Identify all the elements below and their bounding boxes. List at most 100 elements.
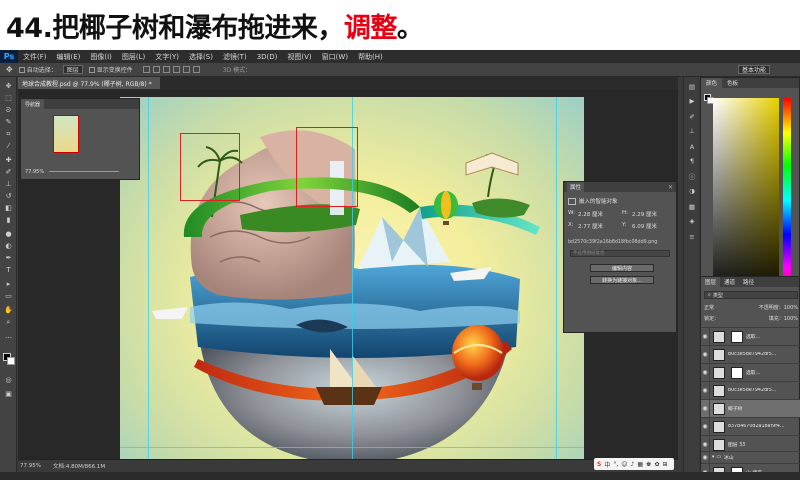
path-select-icon[interactable]: ▸ [4,281,13,288]
height-value[interactable]: 2.29 厘米 [632,210,657,218]
eye-icon[interactable]: ◉ [701,418,710,435]
more-tools-icon[interactable]: … [4,333,13,340]
skin-icon[interactable]: ♚ [646,461,651,468]
x-value[interactable]: 2.77 厘米 [578,222,603,230]
navigator-zoom-slider[interactable] [49,171,119,172]
3d-panel-icon[interactable]: ◈ [687,217,697,225]
timeline-panel-icon[interactable]: ≡ [687,233,697,241]
gradient-tool-icon[interactable]: ▮ [4,217,13,224]
menu-edit[interactable]: 编辑(E) [52,52,86,62]
status-zoom[interactable]: 77.95% [20,463,41,469]
menu-help[interactable]: 帮助(H) [353,52,388,62]
layer-filter-select[interactable]: ⌕ 类型 [704,291,798,299]
layer-row[interactable]: ◉ 837b4670d2a18af9f4... [701,417,800,435]
menu-window[interactable]: 窗口(W) [317,52,353,62]
edit-contents-button[interactable]: 编辑内容 [590,264,654,272]
lasso-tool-icon[interactable]: ᘐ [4,107,13,114]
layer-group-row[interactable]: ◉ ▾ ▭ 冰山 [701,451,800,463]
eye-icon[interactable]: ◉ [701,452,710,463]
grid-icon[interactable]: ⊞ [662,461,667,468]
menu-view[interactable]: 视图(V) [282,52,316,62]
paragraph-panel-icon[interactable]: ¶ [687,157,697,165]
emoji-icon[interactable]: ☺ [621,461,627,468]
shape-tool-icon[interactable]: ▭ [4,293,13,300]
align-left-icon[interactable] [172,66,180,73]
palm-tree-selection-box[interactable] [180,133,240,201]
document-tab[interactable]: 地球合成教程.psd @ 77.9% (椰子树, RGB/8) * [18,77,160,89]
tab-channels[interactable]: 通道 [720,277,739,287]
close-icon[interactable]: ✕ [668,184,673,191]
history-panel-icon[interactable]: ▤ [687,83,697,91]
layer-row-selected[interactable]: ◉ 椰子树 [701,399,800,417]
menu-file[interactable]: 文件(F) [18,52,52,62]
status-doc-size[interactable]: 文档:4.80M/866.1M [53,462,105,470]
tab-swatches[interactable]: 色板 [722,78,743,88]
tools-icon[interactable]: ✿ [654,461,659,468]
quick-mask-icon[interactable]: ◎ [4,377,13,384]
pen-tool-icon[interactable]: ✒ [4,255,13,262]
align-bottom-icon[interactable] [162,66,170,73]
blend-mode-select[interactable]: 正常 [704,304,714,311]
navigator-tab[interactable]: 导航器 [21,99,45,109]
screen-mode-icon[interactable]: ▣ [4,391,13,398]
align-right-icon[interactable] [192,66,200,73]
ime-lang[interactable]: 中 [604,460,610,469]
move-tool-icon[interactable]: ✥ [6,65,13,74]
eyedropper-tool-icon[interactable]: ⁄ [4,143,13,150]
layer-row[interactable]: ◉ 选取... [701,327,800,345]
menu-select[interactable]: 选择(S) [184,52,218,62]
sogou-logo[interactable]: S [597,461,601,468]
info-panel-icon[interactable]: ⓘ [687,173,697,181]
dodge-tool-icon[interactable]: ◐ [4,243,13,250]
convert-to-linked-button[interactable]: 转换为链接对象... [590,276,654,284]
zoom-tool-icon[interactable]: ⌕ [4,319,13,326]
navigator-zoom[interactable]: 77.95% [25,169,44,175]
align-top-icon[interactable] [142,66,150,73]
show-transform-checkbox[interactable]: 显示变换控件 [88,65,133,74]
actions-panel-icon[interactable]: ▶ [687,97,697,105]
menu-filter[interactable]: 滤镜(T) [218,52,252,62]
voice-icon[interactable]: ♪ [631,461,635,468]
brush-panel-icon[interactable]: ✐ [687,113,697,121]
brush-tool-icon[interactable]: ✐ [4,169,13,176]
opacity-control[interactable]: 不透明度：100% [759,304,798,311]
crop-tool-icon[interactable]: ⌗ [4,131,13,138]
properties-tab[interactable]: 属性 [567,182,585,192]
eye-icon[interactable]: ◉ [701,382,710,399]
tab-color[interactable]: 颜色 [701,78,723,88]
navigator-thumbnail[interactable] [53,115,79,153]
tab-layers[interactable]: 图层 [701,277,721,287]
eye-icon[interactable]: ◉ [701,328,710,345]
styles-panel-icon[interactable]: ▦ [687,203,697,211]
workspace-select[interactable]: 基本功能 [737,65,770,74]
keyboard-icon[interactable]: ▦ [637,461,643,468]
align-vcenter-icon[interactable] [152,66,160,73]
quick-select-tool-icon[interactable]: ✎ [4,119,13,126]
waterfall-selection-box[interactable] [296,127,358,207]
background-color-swatch[interactable] [7,357,15,365]
healing-tool-icon[interactable]: ✚ [4,157,13,164]
adjustments-panel-icon[interactable]: ◑ [687,187,697,195]
eye-icon[interactable]: ◉ [701,400,710,417]
auto-select-checkbox[interactable]: 自动选择： [18,65,57,74]
marquee-tool-icon[interactable]: ⬚ [4,95,13,102]
character-panel-icon[interactable]: A [687,143,697,151]
move-tool-icon[interactable]: ✥ [4,83,13,90]
eye-icon[interactable]: ◉ [701,346,710,363]
color-picker-field[interactable] [713,98,779,302]
layer-row[interactable]: ◉ b0c3e5de7942df5... [701,345,800,363]
document-canvas[interactable] [120,97,584,459]
eye-icon[interactable]: ◉ [701,364,710,381]
menu-image[interactable]: 图像(I) [85,52,117,62]
width-value[interactable]: 2.28 厘米 [578,210,603,218]
layer-row[interactable]: ◉ b0c3e5de7942df5... [701,381,800,399]
menu-type[interactable]: 文字(Y) [150,52,184,62]
menu-3d[interactable]: 3D(D) [252,53,283,61]
blur-tool-icon[interactable]: ● [4,231,13,238]
eraser-tool-icon[interactable]: ◧ [4,205,13,212]
clone-source-icon[interactable]: ⊥ [687,127,697,135]
chevron-down-icon[interactable]: ▾ [712,455,714,460]
ime-punct[interactable]: °, [613,461,618,468]
text-tool-icon[interactable]: T [4,267,13,274]
hand-tool-icon[interactable]: ✋ [4,307,13,314]
